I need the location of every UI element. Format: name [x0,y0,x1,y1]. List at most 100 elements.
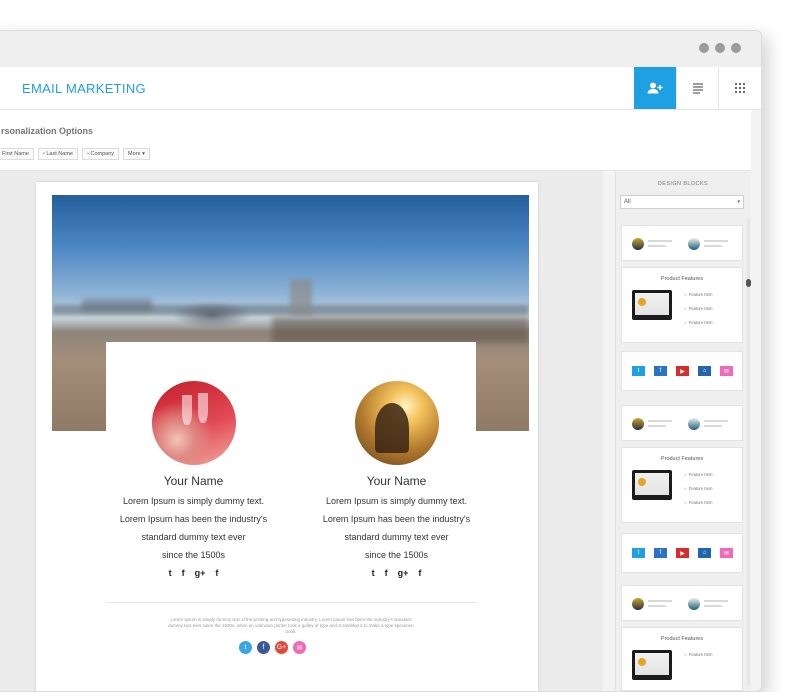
desc-line: Lorem Ipsum is simply dummy text. [122,496,265,506]
desc-line: since the 1500s [364,550,429,560]
feature-label: Feature Item [688,500,713,505]
window-controls [699,43,741,53]
design-block-product-features[interactable]: Product Features ✓ Feature Item ✓ Featur… [621,267,743,343]
team-panel: Your Name Lorem Ipsum is simply dummy te… [106,342,476,592]
design-block-team[interactable] [621,405,743,441]
hero-boat [82,299,152,311]
facebook-icon[interactable]: f [182,568,185,578]
text-placeholder [648,240,672,242]
text-placeholder [704,420,728,422]
blocks-scrollbar[interactable] [746,219,751,685]
avatar [632,238,644,250]
personalization-tags: First Name ▫ Last Name ▫ Company More ▾ [0,148,150,160]
design-block-team[interactable] [621,585,743,621]
text-placeholder [648,600,672,602]
monitor-screen [638,478,646,486]
text-placeholder [648,420,672,422]
avatar [688,598,700,610]
window-dot[interactable] [731,43,741,53]
google-plus-icon[interactable]: g+ [195,568,206,578]
text-placeholder [704,240,728,242]
divider [106,602,476,603]
tag-last-name[interactable]: ▫ Last Name [37,148,78,160]
avatar [688,418,700,430]
twitter-icon[interactable]: t [239,641,252,654]
person-name: Your Name [163,474,224,488]
design-block-product-features[interactable]: Product Features ✓ Feature Item ✓ Featur… [621,447,743,523]
add-contact-button[interactable] [634,67,676,109]
browser-window: EMAIL MARKETING rsonalization Options Fi… [0,30,762,692]
feature-label: Feature Item [688,292,713,297]
desc-line: standard dummy text ever [344,532,449,542]
window-dot[interactable] [715,43,725,53]
list-view-button[interactable] [676,67,719,109]
avatar [632,598,644,610]
block-title: Product Features [660,456,704,462]
person-description: Lorem Ipsum is simply dummy text. Lorem … [309,492,484,564]
app-title: EMAIL MARKETING [22,81,146,96]
personalization-bar: rsonalization Options First Name ▫ Last … [0,110,751,171]
feature-label: Feature Item [688,652,713,657]
email-icon: ✉ [720,548,733,558]
design-block-team[interactable] [621,225,743,261]
design-block-product-features[interactable]: Product Features ✓ Feature Item [621,627,743,691]
design-block-social[interactable]: t f ▶ ⌂ ✉ [621,533,743,573]
home-icon: ⌂ [698,366,711,376]
person-description: Lorem Ipsum is simply dummy text. Lorem … [106,492,281,564]
google-plus-icon[interactable]: g+ [398,568,409,578]
scrollbar-thumb[interactable] [746,279,751,287]
add-user-icon [647,82,663,94]
monitor-screen [638,658,646,666]
window-chrome [0,31,761,68]
tag-company[interactable]: ▫ Company [81,148,120,160]
facebook-icon[interactable]: f [385,568,388,578]
tag-first-name[interactable]: First Name [0,148,34,160]
desc-line: Lorem Ipsum has been the industry's [119,514,268,524]
more-dropdown[interactable]: More ▾ [123,148,150,160]
feature-item: ✓ Feature Item [684,320,713,325]
person-card[interactable]: Your Name Lorem Ipsum is simply dummy te… [106,342,281,578]
desc-line: Lorem Ipsum is simply dummy text. [325,496,468,506]
monitor-image [632,470,672,500]
text-placeholder [704,425,722,427]
email-canvas: Your Name Lorem Ipsum is simply dummy te… [0,171,603,691]
facebook-icon[interactable]: f [418,568,421,578]
twitter-icon[interactable]: t [372,568,375,578]
google-plus-icon[interactable]: G+ [275,641,288,654]
list-icon [693,83,703,94]
monitor-image [632,290,672,320]
feature-label: Feature Item [688,320,713,325]
hero-pier [272,317,529,343]
twitter-icon[interactable]: t [169,568,172,578]
avatar [688,238,700,250]
grid-view-button[interactable] [718,67,761,109]
hero-tower [290,279,312,315]
block-title: Product Features [660,636,704,642]
block-title: Product Features [660,276,704,282]
person-socials: t f g+ f [309,568,484,578]
window-dot[interactable] [699,43,709,53]
feature-item: ✓ Feature Item [684,486,713,491]
person-card[interactable]: Your Name Lorem Ipsum is simply dummy te… [309,342,484,578]
feature-item: ✓ Feature Item [684,652,713,657]
feature-label: Feature Item [688,472,713,477]
feature-item: ✓ Feature Item [684,472,713,477]
text-placeholder [704,605,722,607]
desc-line: since the 1500s [161,550,226,560]
feature-item: ✓ Feature Item [684,306,713,311]
design-blocks-panel: DESIGN BLOCKS All ▾ Product Features ✓ F… [615,171,751,691]
block-filter-select[interactable]: All ▾ [620,195,744,209]
twitter-icon: t [632,548,645,558]
email-icon[interactable]: ✉ [293,641,306,654]
design-block-social[interactable]: t f ▶ ⌂ ✉ [621,351,743,391]
footer-text: Lorem Ipsum is simply dummy text of the … [168,617,414,634]
facebook-icon: f [654,366,667,376]
tag-label: Last Name [46,151,73,157]
tag-label: Company [90,151,115,157]
text-placeholder [648,245,666,247]
feature-item: ✓ Feature Item [684,500,713,505]
facebook-icon[interactable]: f [215,568,218,578]
email-card: Your Name Lorem Ipsum is simply dummy te… [36,182,538,691]
facebook-icon[interactable]: f [257,641,270,654]
person-name: Your Name [366,474,427,488]
